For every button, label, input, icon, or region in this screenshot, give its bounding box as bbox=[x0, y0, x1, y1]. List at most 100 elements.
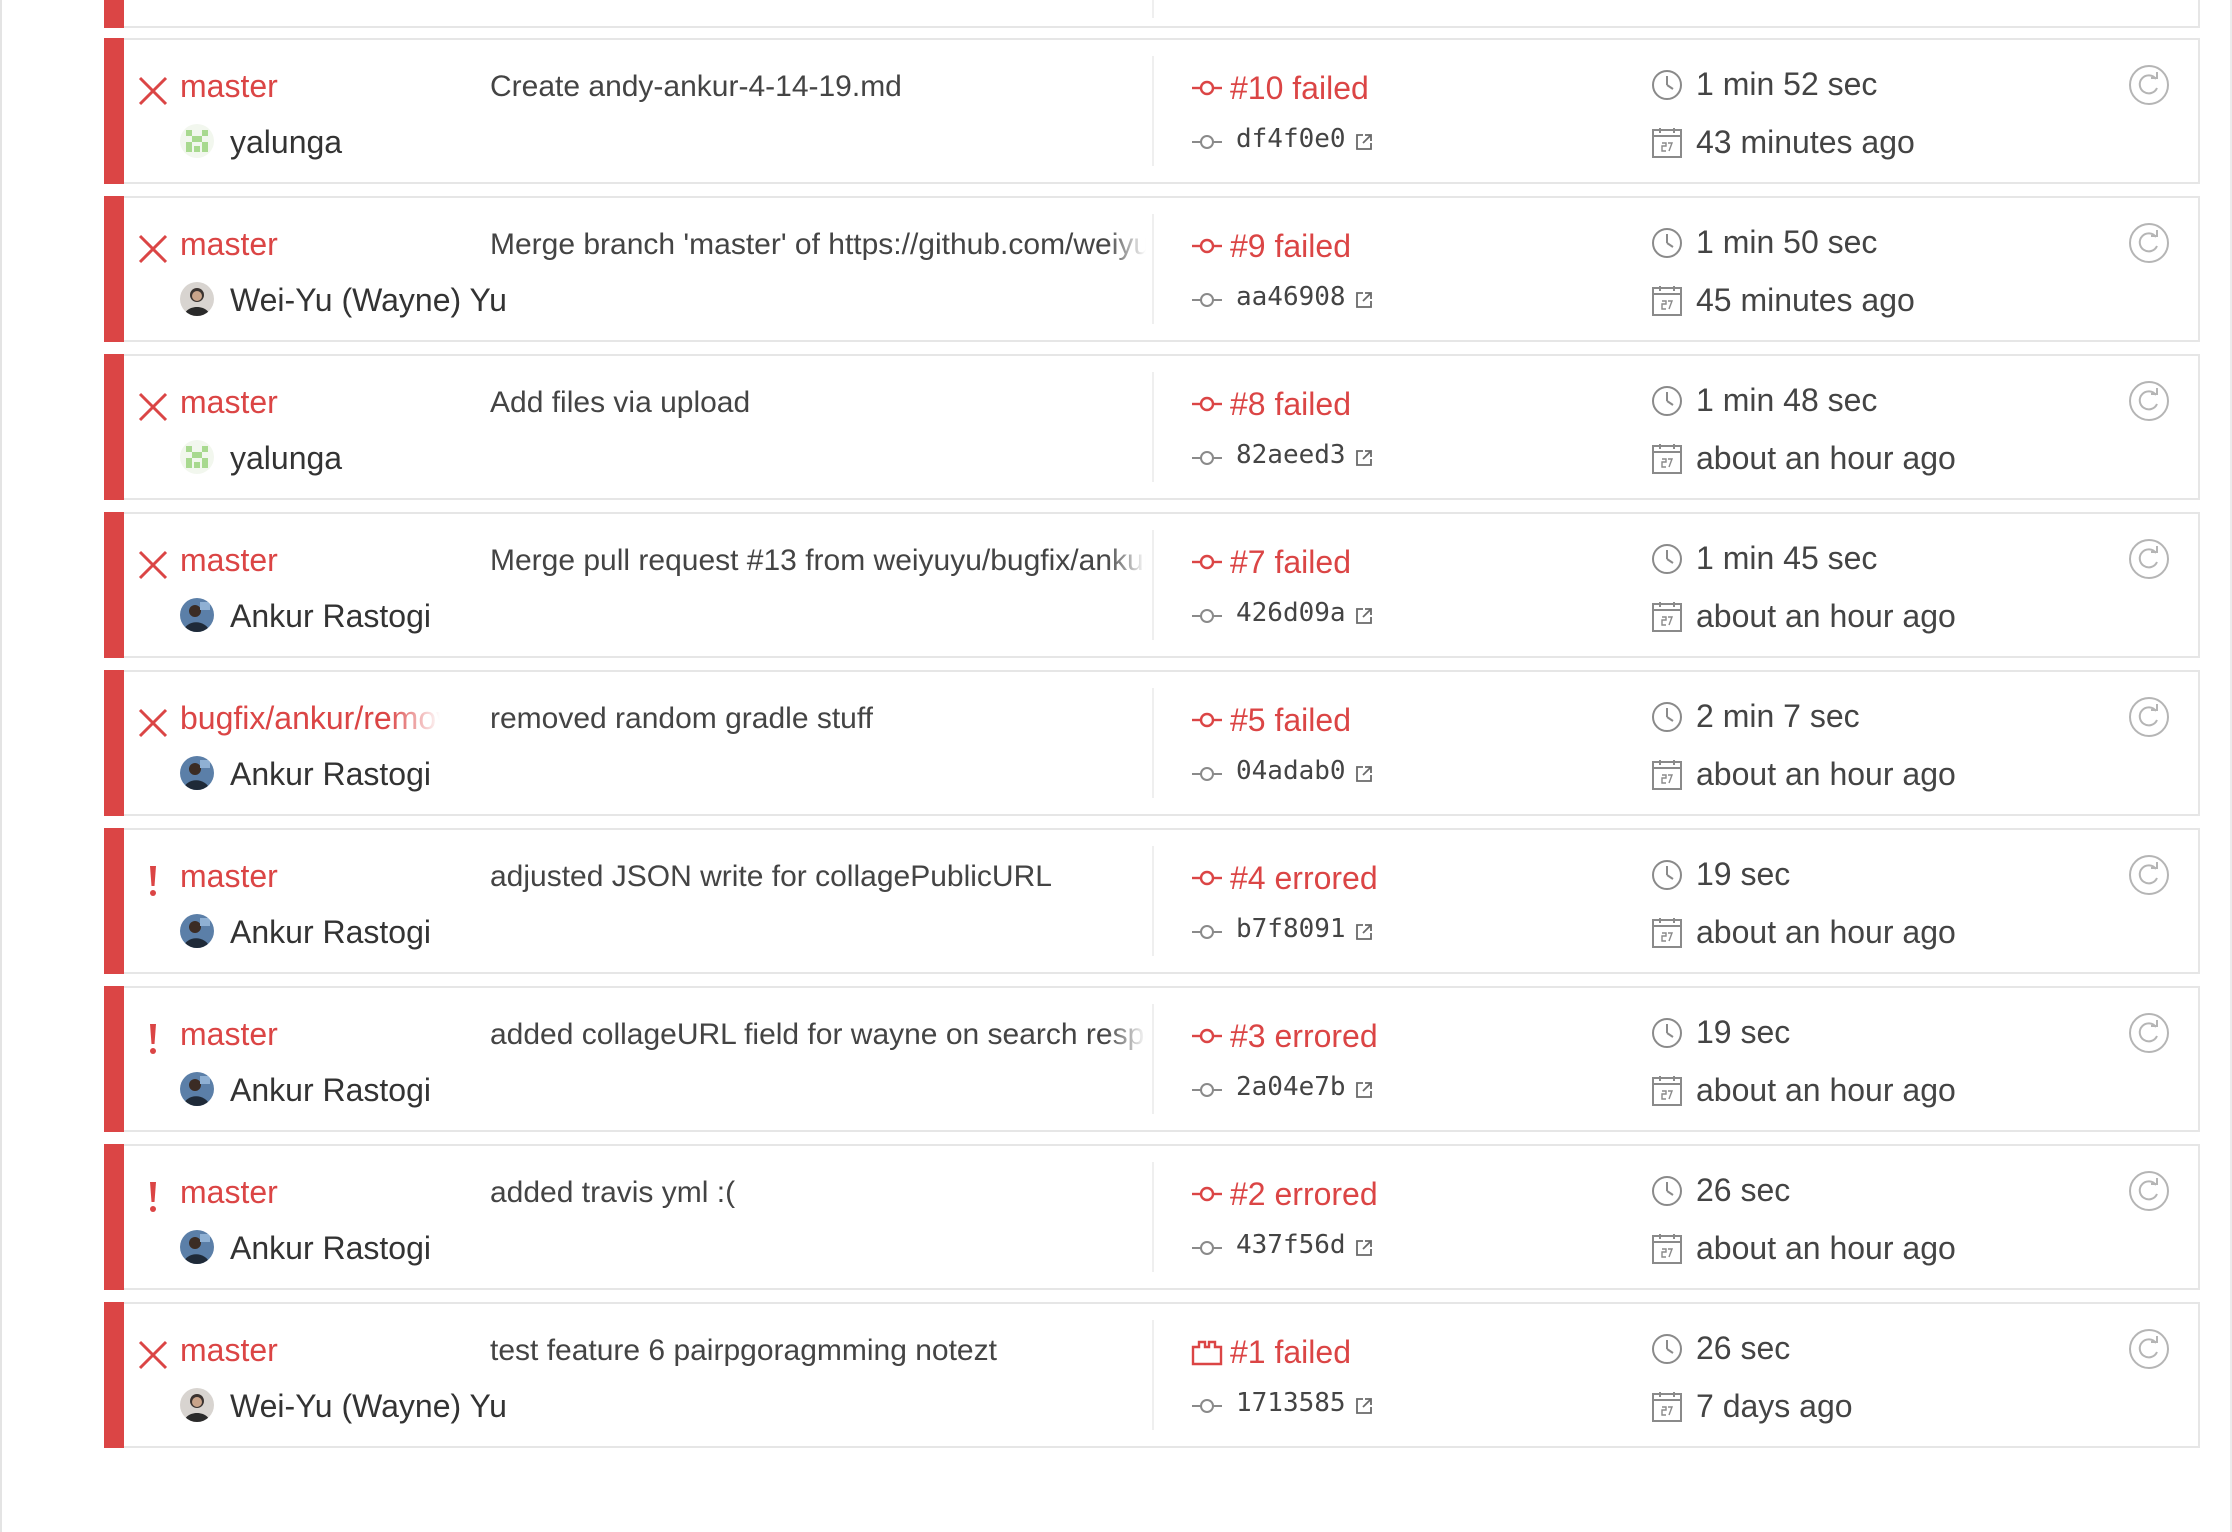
status-bar bbox=[104, 38, 124, 184]
external-link-icon[interactable] bbox=[1354, 132, 1374, 152]
commit-sha-link[interactable]: df4f0e0 bbox=[1236, 124, 1346, 154]
restart-build-icon[interactable] bbox=[2128, 538, 2170, 580]
external-link-icon[interactable] bbox=[1354, 764, 1374, 784]
commit-icon bbox=[1190, 918, 1224, 946]
restart-build-icon[interactable] bbox=[2128, 1328, 2170, 1370]
build-row[interactable]: master Ankur Rastogi added collageURL fi… bbox=[104, 986, 2200, 1132]
build-row-partial[interactable] bbox=[104, 0, 2200, 28]
restart-build-icon[interactable] bbox=[2128, 854, 2170, 896]
column-divider bbox=[1152, 56, 1154, 166]
branch-name[interactable]: master bbox=[180, 1016, 440, 1053]
column-divider bbox=[1152, 372, 1154, 482]
commit-message[interactable]: added collageURL field for wayne on sear… bbox=[490, 1018, 1146, 1052]
commit-message[interactable]: adjusted JSON write for collagePublicURL bbox=[490, 860, 1146, 894]
branch-name[interactable]: master bbox=[180, 226, 440, 263]
build-history-page: master yalunga Create andy-ankur-4-14-19… bbox=[0, 0, 2232, 1532]
restart-build-icon[interactable] bbox=[2128, 380, 2170, 422]
commit-message[interactable]: removed random gradle stuff bbox=[490, 702, 1146, 736]
external-link-icon[interactable] bbox=[1354, 1080, 1374, 1100]
commit-icon bbox=[1190, 864, 1224, 892]
restart-build-icon[interactable] bbox=[2128, 1012, 2170, 1054]
build-row[interactable]: master Wei-Yu (Wayne) Yu Merge branch 'm… bbox=[104, 196, 2200, 342]
commit-sha-link[interactable]: aa46908 bbox=[1236, 282, 1346, 312]
commit-message[interactable]: Create andy-ankur-4-14-19.md bbox=[490, 70, 1146, 104]
clock-icon bbox=[1650, 384, 1684, 418]
restart-build-icon[interactable] bbox=[2128, 696, 2170, 738]
commit-sha-link[interactable]: 2a04e7b bbox=[1236, 1072, 1346, 1102]
build-number-link[interactable]: #2 errored bbox=[1230, 1176, 1378, 1213]
branch-name[interactable]: master bbox=[180, 68, 440, 105]
commit-message[interactable]: test feature 6 pairpgoragmming notezt bbox=[490, 1334, 1146, 1368]
author-name: Wei-Yu (Wayne) Yu bbox=[230, 1388, 507, 1424]
commit-sha-link[interactable]: 437f56d bbox=[1236, 1230, 1346, 1260]
status-bar bbox=[104, 1144, 124, 1290]
build-row[interactable]: master Ankur Rastogi adjusted JSON write… bbox=[104, 828, 2200, 974]
column-divider bbox=[1152, 688, 1154, 798]
build-number-link[interactable]: #10 failed bbox=[1230, 70, 1369, 107]
author-name: Ankur Rastogi bbox=[230, 598, 431, 634]
clock-icon bbox=[1650, 1016, 1684, 1050]
build-number-link[interactable]: #3 errored bbox=[1230, 1018, 1378, 1055]
build-row[interactable]: master Ankur Rastogi Merge pull request … bbox=[104, 512, 2200, 658]
external-link-icon[interactable] bbox=[1354, 290, 1374, 310]
commit-message[interactable]: Add files via upload bbox=[490, 386, 1146, 420]
commit-icon bbox=[1190, 1076, 1224, 1104]
exclamation-icon bbox=[136, 864, 170, 898]
commit-sha-link[interactable]: 426d09a bbox=[1236, 598, 1346, 628]
avatar bbox=[180, 914, 214, 948]
push-icon bbox=[1190, 1338, 1224, 1366]
commit-sha-link[interactable]: 04adab0 bbox=[1236, 756, 1346, 786]
build-row[interactable]: master Ankur Rastogi added travis yml :(… bbox=[104, 1144, 2200, 1290]
calendar-icon bbox=[1650, 1390, 1684, 1424]
build-duration: 1 min 48 sec bbox=[1696, 382, 1878, 418]
external-link-icon[interactable] bbox=[1354, 448, 1374, 468]
calendar-icon bbox=[1650, 442, 1684, 476]
clock-icon bbox=[1650, 68, 1684, 102]
branch-name[interactable]: master bbox=[180, 1332, 440, 1369]
external-link-icon[interactable] bbox=[1354, 606, 1374, 626]
author-name: Ankur Rastogi bbox=[230, 756, 431, 792]
commit-icon bbox=[1190, 1234, 1224, 1262]
build-number-link[interactable]: #4 errored bbox=[1230, 860, 1378, 897]
restart-build-icon[interactable] bbox=[2128, 1170, 2170, 1212]
commit-icon bbox=[1190, 1180, 1224, 1208]
calendar-icon bbox=[1650, 600, 1684, 634]
commit-icon bbox=[1190, 706, 1224, 734]
clock-icon bbox=[1650, 542, 1684, 576]
commit-sha-link[interactable]: 1713585 bbox=[1236, 1388, 1346, 1418]
build-number-link[interactable]: #9 failed bbox=[1230, 228, 1351, 265]
build-number-link[interactable]: #7 failed bbox=[1230, 544, 1351, 581]
cross-icon bbox=[136, 1338, 170, 1372]
commit-message[interactable]: added travis yml :( bbox=[490, 1176, 1146, 1210]
restart-build-icon[interactable] bbox=[2128, 64, 2170, 106]
branch-name[interactable]: bugfix/ankur/remove bbox=[180, 700, 440, 737]
calendar-icon bbox=[1650, 916, 1684, 950]
branch-name[interactable]: master bbox=[180, 1174, 440, 1211]
author-name: Ankur Rastogi bbox=[230, 1072, 431, 1108]
exclamation-icon bbox=[136, 1180, 170, 1214]
cross-icon bbox=[136, 706, 170, 740]
build-row[interactable]: bugfix/ankur/remove Ankur Rastogi remove… bbox=[104, 670, 2200, 816]
build-number-link[interactable]: #5 failed bbox=[1230, 702, 1351, 739]
commit-message[interactable]: Merge branch 'master' of https://github.… bbox=[490, 228, 1146, 262]
build-row[interactable]: master yalunga Add files via upload #8 f… bbox=[104, 354, 2200, 500]
external-link-icon[interactable] bbox=[1354, 1238, 1374, 1258]
build-number-link[interactable]: #1 failed bbox=[1230, 1334, 1351, 1371]
commit-icon bbox=[1190, 286, 1224, 314]
build-number-link[interactable]: #8 failed bbox=[1230, 386, 1351, 423]
external-link-icon[interactable] bbox=[1354, 922, 1374, 942]
restart-build-icon[interactable] bbox=[2128, 222, 2170, 264]
build-row[interactable]: master Wei-Yu (Wayne) Yu test feature 6 … bbox=[104, 1302, 2200, 1448]
build-row[interactable]: master yalunga Create andy-ankur-4-14-19… bbox=[104, 38, 2200, 184]
commit-message[interactable]: Merge pull request #13 from weiyuyu/bugf… bbox=[490, 544, 1146, 578]
commit-sha-link[interactable]: 82aeed3 bbox=[1236, 440, 1346, 470]
avatar bbox=[180, 1230, 214, 1264]
commit-sha-link[interactable]: b7f8091 bbox=[1236, 914, 1346, 944]
branch-name[interactable]: master bbox=[180, 858, 440, 895]
author-name: yalunga bbox=[230, 124, 343, 160]
column-divider bbox=[1152, 214, 1154, 324]
calendar-icon bbox=[1650, 758, 1684, 792]
external-link-icon[interactable] bbox=[1354, 1396, 1374, 1416]
branch-name[interactable]: master bbox=[180, 384, 440, 421]
branch-name[interactable]: master bbox=[180, 542, 440, 579]
